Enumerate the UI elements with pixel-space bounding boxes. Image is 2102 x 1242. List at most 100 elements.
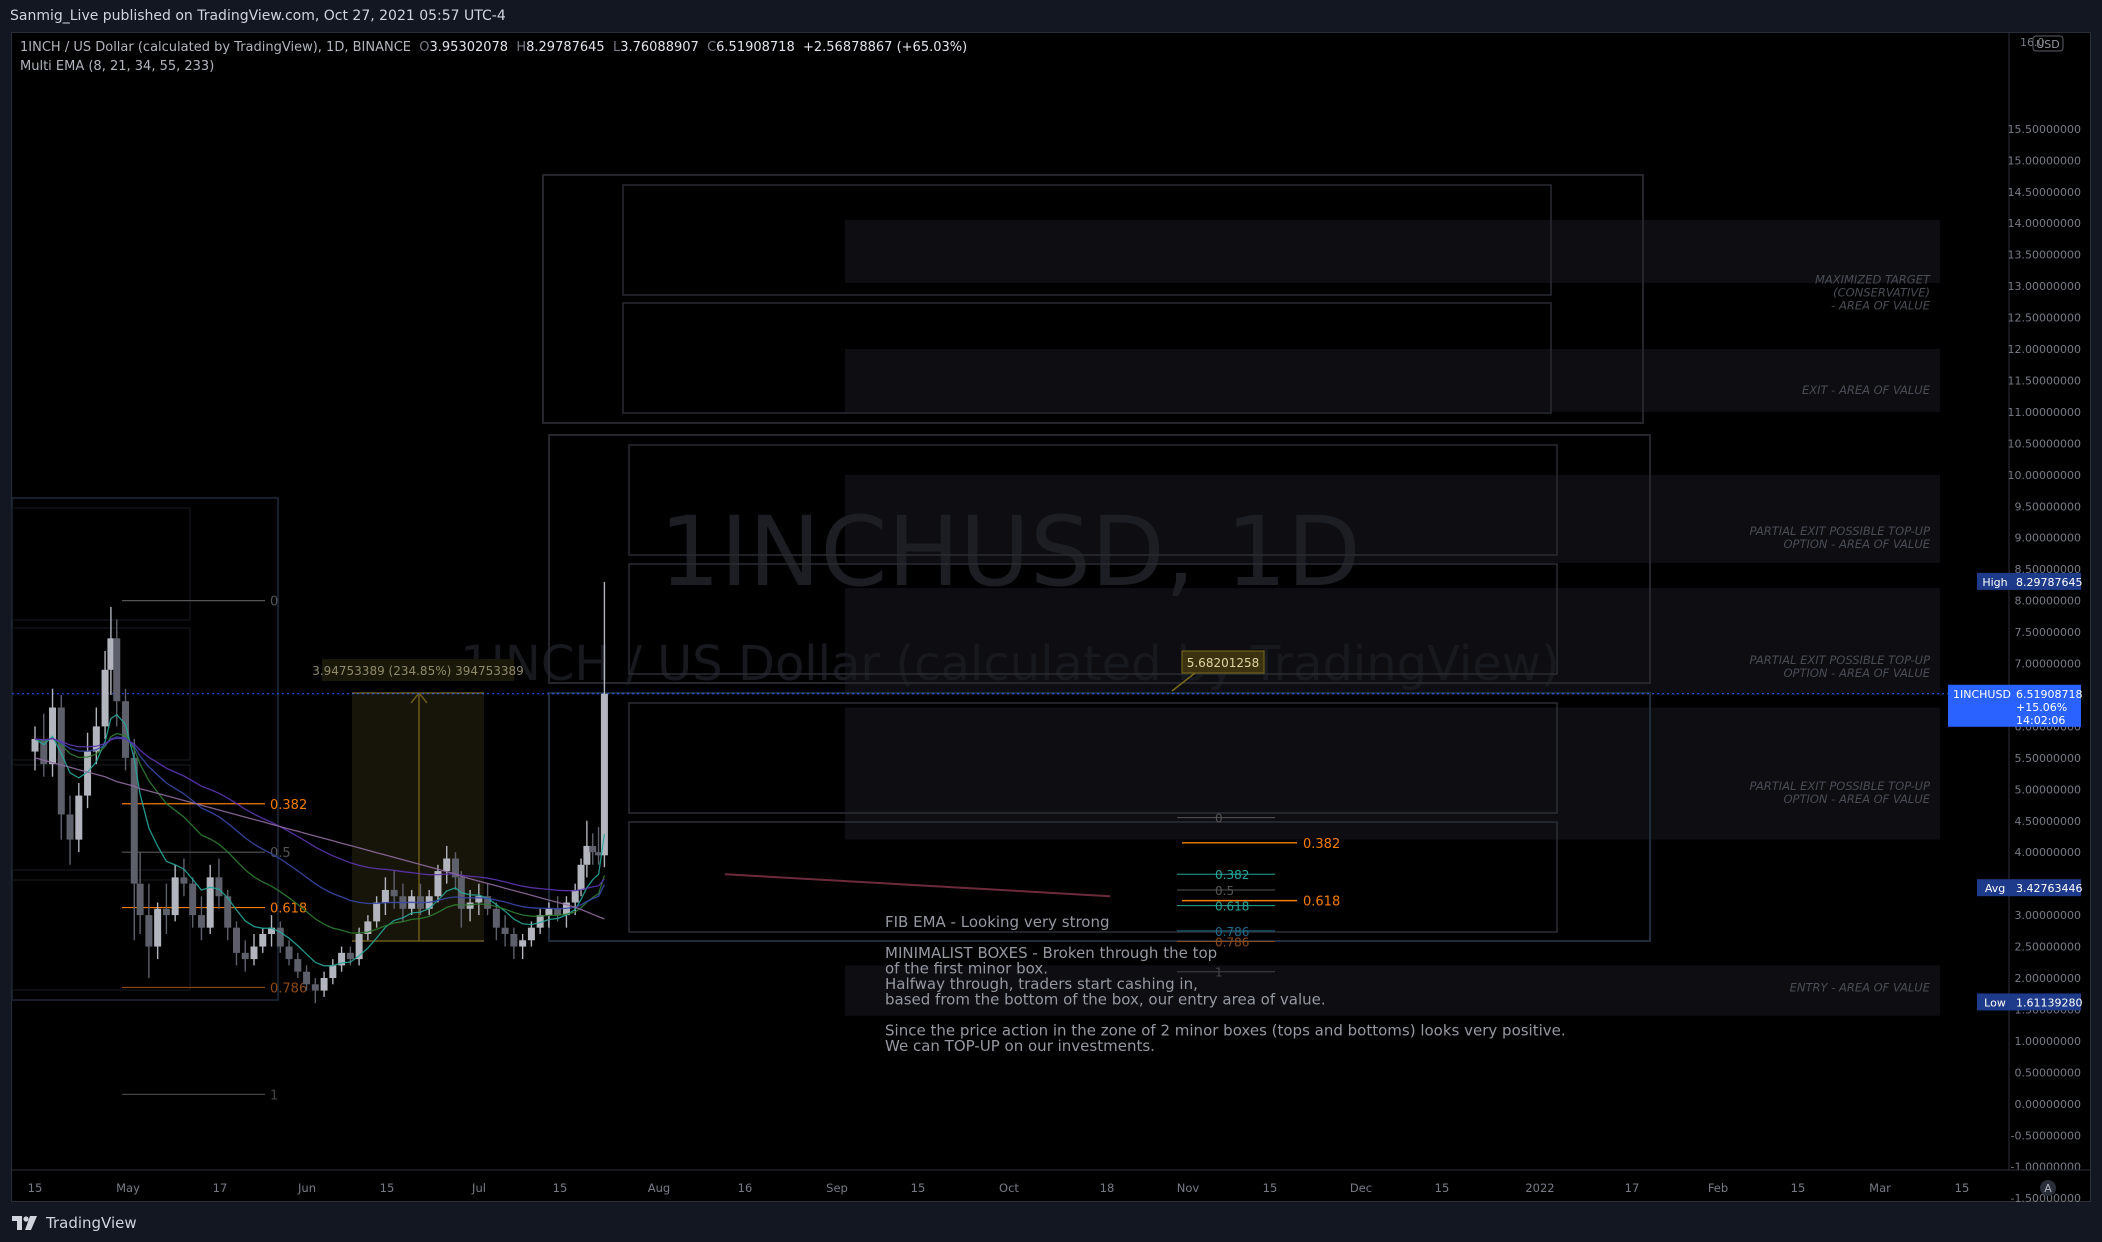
ohlc-line: 1INCH / US Dollar (calculated by Trading…: [20, 38, 967, 57]
price-tick: 13.00000000: [2008, 280, 2081, 293]
price-tick: 0.50000000: [2015, 1066, 2081, 1079]
candle-body: [232, 927, 240, 953]
price-tick: 11.50000000: [2008, 374, 2081, 387]
price-tick: 1.00000000: [2015, 1035, 2081, 1048]
candle-body: [189, 883, 197, 916]
price-chart[interactable]: 1INCHUSD, 1D 1INCH / US Dollar (calculate…: [0, 0, 2102, 1242]
time-tick: 17: [1625, 1181, 1640, 1195]
fib-right-label: 0.5: [1215, 884, 1234, 898]
candle-body: [57, 707, 65, 815]
fib-right-label: 0.618: [1215, 900, 1249, 914]
time-tick: 15: [1435, 1181, 1450, 1195]
callout-value: 5.68201258: [1187, 656, 1260, 670]
candle-body: [294, 959, 302, 972]
price-tag-value: 8.29787645: [2016, 576, 2082, 589]
candle-body: [250, 946, 258, 960]
zone-label: OPTION - AREA OF VALUE: [1783, 537, 1930, 551]
price-tick: 5.00000000: [2015, 783, 2081, 796]
price-tick: 2.00000000: [2015, 972, 2081, 985]
zone-label: OPTION - AREA OF VALUE: [1783, 666, 1930, 680]
time-tick: Dec: [1350, 1181, 1372, 1195]
price-tag-label: High: [1982, 576, 2007, 589]
time-tick: 17: [213, 1181, 228, 1195]
candle-body: [545, 908, 553, 916]
fib-right-label: 1: [1215, 966, 1223, 980]
candle-body: [519, 940, 527, 947]
note-line: FIB EMA - Looking very strong: [885, 913, 1110, 931]
measure-label: 3.94753389 (234.85%) 394753389: [312, 664, 524, 678]
ema-line: [34, 732, 606, 934]
candle-body: [75, 795, 83, 840]
candle-body: [501, 927, 509, 934]
indicator-label[interactable]: Multi EMA (8, 21, 34, 55, 233): [20, 57, 967, 76]
candle-body: [162, 908, 170, 916]
candle-body: [571, 889, 579, 903]
price-tick: 2.50000000: [2015, 941, 2081, 954]
candle-body: [346, 952, 354, 960]
candle-body: [527, 927, 535, 941]
auto-scale-label[interactable]: A: [2044, 1182, 2052, 1195]
candle-body: [303, 971, 311, 985]
candle-body: [241, 952, 249, 960]
resistance-line: [724, 873, 1111, 898]
time-tick: 18: [1100, 1181, 1115, 1195]
close-value: 6.51908718: [716, 40, 795, 55]
time-tick: 15: [553, 1181, 568, 1195]
time-tick: 2022: [1525, 1181, 1554, 1195]
time-tick: Jul: [471, 1181, 486, 1195]
price-tick: 3.00000000: [2015, 909, 2081, 922]
price-tick: 9.50000000: [2015, 500, 2081, 513]
fib-left-label: 1: [270, 1088, 278, 1103]
fib-left-label: 0: [270, 595, 278, 610]
price-tick: 15.50000000: [2008, 123, 2081, 136]
time-tick: 15: [911, 1181, 926, 1195]
candle-body: [311, 984, 319, 991]
price-tick: 15.00000000: [2008, 154, 2081, 167]
current-price-change: +15.06%: [2016, 701, 2067, 714]
change-value: +2.56878867 (+65.03%): [802, 40, 968, 55]
candle-body: [381, 889, 389, 903]
high-value: 8.29787645: [526, 40, 605, 55]
candle-body: [171, 877, 179, 916]
low-value: 3.76088907: [620, 40, 699, 55]
fib-right-label: 0.786: [1215, 936, 1249, 950]
candle-body: [180, 877, 188, 884]
candle-body: [145, 915, 153, 947]
zone-label: EXIT - AREA OF VALUE: [1802, 383, 1931, 397]
price-tick: 11.00000000: [2008, 406, 2081, 419]
price-tick: -1.00000000: [2011, 1161, 2081, 1174]
price-tick: 0.00000000: [2015, 1098, 2081, 1111]
ema-line: [34, 736, 605, 910]
zone-band: [845, 220, 1940, 283]
ema-line: [34, 713, 606, 967]
candle-body: [589, 845, 597, 853]
candle-body: [492, 908, 500, 928]
currency-label: USD: [2036, 38, 2060, 51]
current-price-symbol: 1INCHUSD: [1953, 688, 2011, 701]
note-line: We can TOP-UP on our investments.: [885, 1037, 1155, 1055]
time-tick: Feb: [1708, 1181, 1728, 1195]
candle-body: [154, 908, 162, 947]
price-tick: 8.00000000: [2015, 595, 2081, 608]
candle-body: [466, 902, 474, 909]
watermark-symbol: 1INCHUSD, 1D: [659, 496, 1361, 608]
open-value: 3.95302078: [429, 40, 509, 55]
price-tick: 14.50000000: [2008, 186, 2081, 199]
price-tick: 4.50000000: [2015, 815, 2081, 828]
time-tick: Oct: [999, 1181, 1019, 1195]
symbol-description: 1INCH / US Dollar (calculated by Trading…: [20, 40, 411, 55]
note-line: based from the bottom of the box, our en…: [885, 991, 1326, 1009]
time-tick: 15: [28, 1181, 43, 1195]
zone-label: MAXIMIZED TARGET: [1815, 272, 1931, 286]
candle-body: [285, 946, 293, 960]
current-price-value: 6.51908718: [2016, 688, 2082, 701]
price-tick: 5.50000000: [2015, 752, 2081, 765]
left-minor-box: [11, 879, 191, 991]
fib-left-label: 0.786: [270, 981, 307, 996]
fib-left-label: 0.382: [270, 798, 307, 813]
time-tick: 15: [1263, 1181, 1278, 1195]
price-tag-value: 1.61139280: [2016, 996, 2082, 1009]
left-minor-box: [11, 507, 191, 621]
candle-body: [197, 915, 205, 928]
ema-line: [34, 737, 605, 892]
